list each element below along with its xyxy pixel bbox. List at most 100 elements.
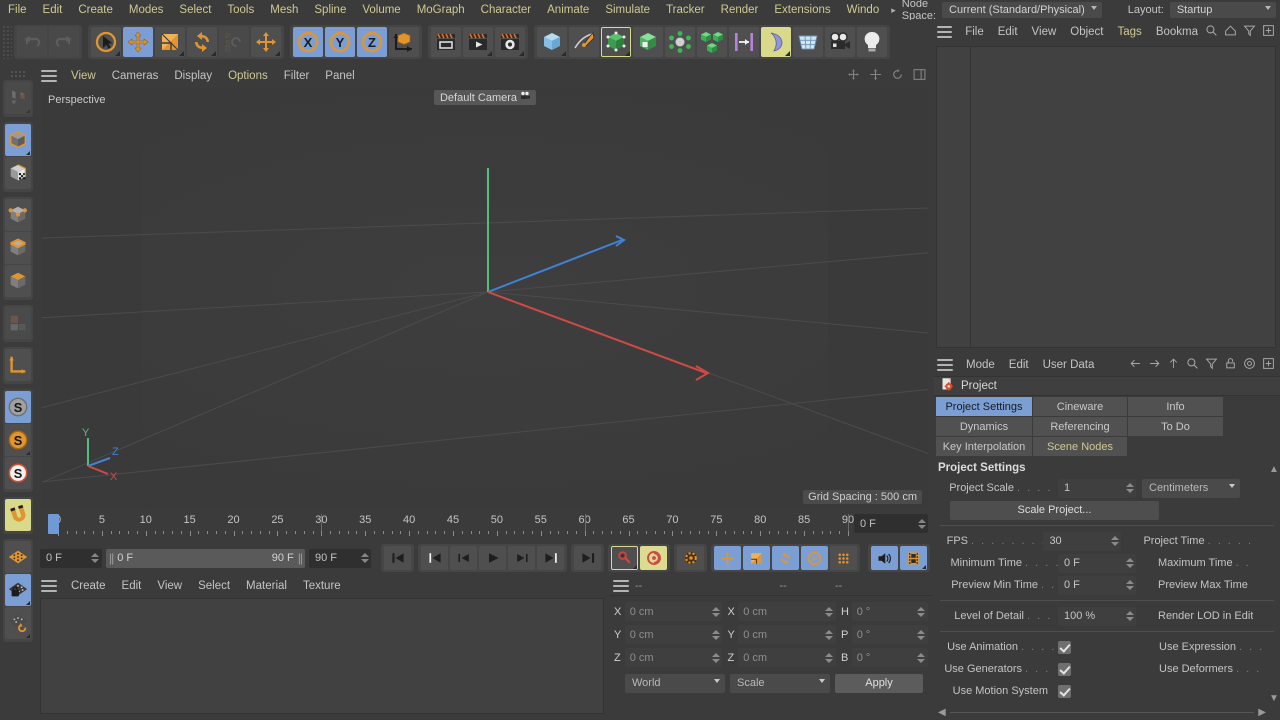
filter-icon[interactable] (1205, 357, 1218, 373)
target-icon[interactable] (1243, 357, 1256, 373)
tab-key-interpolation[interactable]: Key Interpolation (936, 437, 1032, 456)
tab-scene-nodes[interactable]: Scene Nodes (1033, 437, 1127, 456)
menu-modes[interactable]: Modes (121, 0, 172, 20)
node-space-dropdown[interactable]: Current (Standard/Physical) (942, 2, 1102, 18)
back-arrow-icon[interactable] (1129, 357, 1142, 373)
object-menu-edit[interactable]: Edit (991, 20, 1025, 44)
lock-icon[interactable] (1224, 357, 1237, 373)
scrollbar-track[interactable] (950, 712, 1255, 713)
spinner-icon[interactable] (917, 604, 926, 619)
object-menu-bookmarks[interactable]: Bookma (1149, 20, 1205, 44)
viewport-menu-hamburger-icon[interactable] (41, 70, 57, 82)
coordinate-system-dropdown[interactable]: World (625, 674, 725, 693)
camera-button[interactable] (825, 27, 855, 57)
forward-arrow-icon[interactable] (1148, 357, 1161, 373)
live-selection-button[interactable] (91, 27, 121, 57)
viewport-menu-options[interactable]: Options (220, 66, 276, 86)
go-to-start-button[interactable] (384, 546, 411, 570)
layout-view-icon[interactable] (913, 68, 926, 84)
lock-workplane-button[interactable] (5, 574, 31, 606)
uv-mode-button[interactable] (5, 307, 31, 339)
rotate-tool-button[interactable] (187, 27, 217, 57)
material-menu-view[interactable]: View (149, 576, 190, 596)
menu-character[interactable]: Character (473, 0, 540, 20)
home-icon[interactable] (1224, 24, 1237, 40)
go-to-end-button[interactable] (574, 546, 601, 570)
key-parameter-button[interactable]: P (801, 546, 828, 570)
key-scale-button[interactable] (743, 546, 770, 570)
use-motion-system-checkbox[interactable] (1058, 685, 1071, 698)
scale-tool-button[interactable] (155, 27, 185, 57)
menu-overflow-arrow[interactable]: ▸ (887, 5, 900, 16)
undo-button[interactable] (17, 27, 47, 57)
tab-cineware[interactable]: Cineware (1033, 397, 1127, 416)
minimum-time-field[interactable]: 0 F (1058, 554, 1136, 573)
render-picture-viewer-button[interactable] (463, 27, 493, 57)
viewport-camera-chip[interactable]: Default Camera (434, 90, 536, 105)
spinner-icon[interactable] (711, 627, 720, 642)
go-to-previous-key-button[interactable] (421, 546, 448, 570)
layout-dropdown[interactable]: Startup (1170, 2, 1276, 18)
material-menu-create[interactable]: Create (63, 576, 114, 596)
spinner-icon[interactable] (1110, 534, 1119, 549)
tab-project-settings[interactable]: Project Settings (936, 397, 1032, 416)
enable-axis-button[interactable] (5, 349, 31, 381)
menu-window[interactable]: Windo (839, 0, 888, 20)
fields-button[interactable] (729, 27, 759, 57)
menu-mesh[interactable]: Mesh (262, 0, 306, 20)
spinner-icon[interactable] (917, 627, 926, 642)
move-tool-button[interactable] (123, 27, 153, 57)
object-menu-tags[interactable]: Tags (1111, 20, 1149, 44)
level-of-detail-field[interactable]: 100 % (1058, 607, 1136, 626)
sound-button[interactable] (871, 546, 898, 570)
spinner-icon[interactable] (917, 650, 926, 665)
project-settings-film-button[interactable] (900, 546, 927, 570)
mograph-cloner-button[interactable] (697, 27, 727, 57)
move-world-button[interactable] (251, 27, 281, 57)
toolbar-grip[interactable] (2, 25, 12, 59)
viewport-menu-cameras[interactable]: Cameras (104, 66, 167, 86)
spinner-icon[interactable] (825, 604, 834, 619)
keyframe-selection-button[interactable] (677, 546, 704, 570)
make-editable-button[interactable] (5, 82, 31, 114)
up-arrow-icon[interactable] (1167, 357, 1180, 373)
play-button[interactable] (479, 546, 506, 570)
object-menu-file[interactable]: File (958, 20, 991, 44)
pos-y-field[interactable]: 0 cm (625, 625, 723, 644)
record-active-objects-button[interactable] (611, 546, 638, 570)
use-generators-checkbox[interactable] (1058, 663, 1071, 676)
spinner-icon[interactable] (711, 650, 720, 665)
menu-file[interactable]: File (0, 0, 35, 20)
z-axis-lock-button[interactable]: Z (357, 27, 387, 57)
model-mode-button[interactable] (5, 124, 31, 156)
viewport-menu-display[interactable]: Display (166, 66, 220, 86)
scroll-up-icon[interactable]: ▲ (1269, 464, 1279, 475)
render-view-button[interactable] (431, 27, 461, 57)
material-menu-hamburger-icon[interactable] (41, 580, 57, 592)
world-object-toggle-button[interactable] (389, 27, 419, 57)
plus-icon[interactable] (1262, 24, 1275, 40)
go-to-next-key-button[interactable] (537, 546, 564, 570)
menu-edit[interactable]: Edit (35, 0, 71, 20)
menu-create[interactable]: Create (70, 0, 121, 20)
move-view-icon[interactable] (847, 68, 860, 84)
viewport-3d[interactable]: Perspective Default Camera Grid Spacing … (42, 88, 928, 508)
light-button[interactable] (857, 27, 887, 57)
spinner-icon[interactable] (1125, 556, 1134, 571)
spline-pen-button[interactable] (569, 27, 599, 57)
attribute-horizontal-scrollbar[interactable]: ◀ ▶ (938, 707, 1266, 717)
planar-workplane-button[interactable] (5, 607, 31, 639)
use-animation-checkbox[interactable] (1058, 641, 1071, 654)
range-handle-right-icon[interactable]: || (294, 551, 302, 565)
subdivision-surface-button[interactable] (601, 27, 631, 57)
pos-x-field[interactable]: 0 cm (625, 602, 723, 621)
left-palette-grip[interactable] (10, 70, 26, 78)
spinner-icon[interactable] (825, 650, 834, 665)
viewport-menu-filter[interactable]: Filter (276, 66, 318, 86)
polygons-mode-button[interactable] (5, 265, 31, 297)
x-axis-lock-button[interactable]: X (293, 27, 323, 57)
object-menu-hamburger-icon[interactable] (937, 26, 952, 38)
menu-animate[interactable]: Animate (539, 0, 597, 20)
fps-field[interactable]: 30 (1043, 532, 1121, 551)
menu-tools[interactable]: Tools (219, 0, 262, 20)
